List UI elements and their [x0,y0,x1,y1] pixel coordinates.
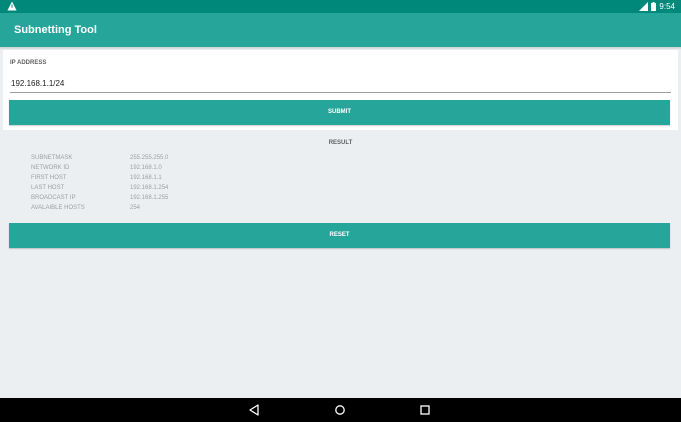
result-label: NETWORK ID [31,165,70,171]
recents-icon[interactable] [418,403,432,417]
battery-icon [651,2,657,11]
result-value: 192.168.1.1 [130,175,162,181]
result-value: 192.168.1.255 [130,195,169,201]
result-label: BROADCAST IP [31,195,76,201]
ip-address-input[interactable] [10,75,671,93]
warning-icon [7,1,17,11]
result-value: 255.255.255.0 [130,155,169,161]
result-row-network-id: NETWORK ID 192.168.1.0 [31,163,250,173]
ip-input-card: IP ADDRESS SUBMIT [3,50,678,130]
app-title: Subnetting Tool [14,24,97,36]
result-label: FIRST HOST [31,175,67,181]
result-value: 192.168.1.0 [130,165,162,171]
result-row-first-host: FIRST HOST 192.168.1.1 [31,173,250,183]
device-screen: 9:54 Subnetting Tool IP ADDRESS SUBMIT R… [0,0,681,422]
status-right: 9:54 [639,0,675,13]
signal-icon [639,2,649,11]
result-row-last-host: LAST HOST 192.168.1.254 [31,183,250,193]
ip-address-label: IP ADDRESS [10,60,47,66]
result-label: AVALAIBLE HOSTS [31,205,85,211]
home-icon[interactable] [333,403,347,417]
result-label: LAST HOST [31,185,65,191]
result-label: SUBNETMASK [31,155,73,161]
result-row-subnetmask: SUBNETMASK 255.255.255.0 [31,153,250,163]
navigation-bar [0,398,681,422]
result-value: 192.168.1.254 [130,185,169,191]
submit-button[interactable]: SUBMIT [9,100,670,125]
status-time: 9:54 [659,2,675,11]
app-bar: Subnetting Tool [0,13,681,47]
back-icon[interactable] [248,403,262,417]
result-row-broadcast-ip: BROADCAST IP 192.168.1.255 [31,193,250,203]
status-bar: 9:54 [0,0,681,13]
result-title: RESULT [328,140,353,146]
reset-button[interactable]: RESET [9,223,670,248]
result-row-available-hosts: AVALAIBLE HOSTS 254 [31,203,250,213]
result-table: SUBNETMASK 255.255.255.0 NETWORK ID 192.… [31,153,250,213]
result-value: 254 [130,205,141,211]
